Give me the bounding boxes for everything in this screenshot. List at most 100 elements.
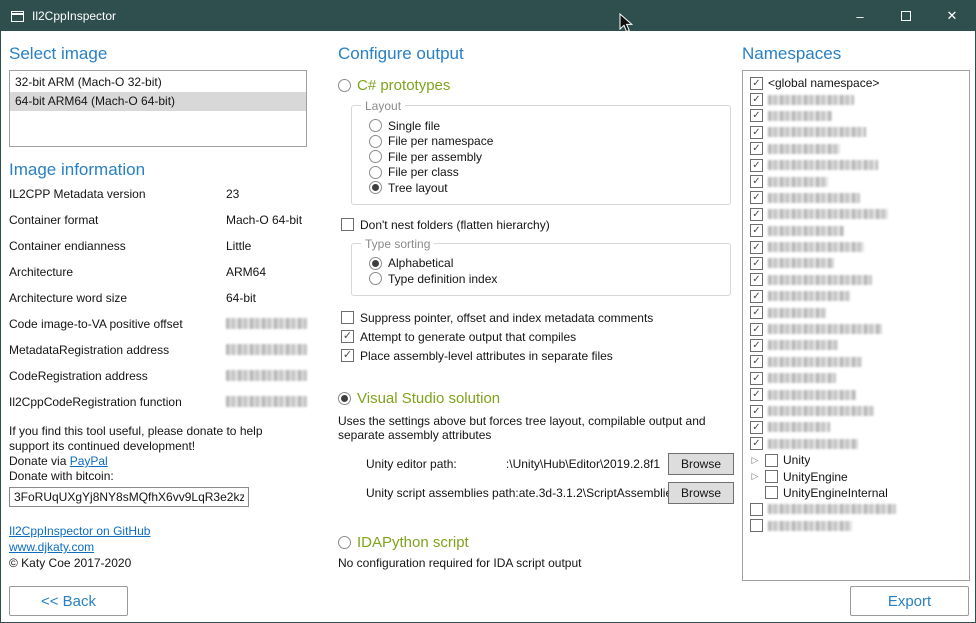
export-button[interactable]: Export [850,586,969,616]
namespace-item[interactable]: ▷ ✓ [745,370,967,386]
output-option-checkbox[interactable]: ✓ Attempt to generate output that compil… [341,330,734,344]
namespace-item[interactable]: ▷ ✓ [745,386,967,402]
redacted-namespace [768,242,864,252]
namespace-checkbox[interactable]: ✓ [750,323,763,336]
namespace-checkbox[interactable]: ✓ [750,421,763,434]
info-row: MetadataRegistration address [9,343,307,369]
namespace-item[interactable]: ▷ ✓ UnityEngine [745,468,967,484]
back-button[interactable]: << Back [9,586,128,616]
layout-option-radio[interactable]: File per class [369,165,730,181]
namespace-item[interactable]: ▷ ✓ [745,190,967,206]
redacted-namespace [768,193,860,203]
namespaces-list[interactable]: ▷ ✓ <global namespace> ▷ ✓ ▷ ✓ ▷ ✓ ▷ [742,70,970,581]
namespace-item[interactable]: ▷ ✓ <global namespace> [745,75,967,91]
namespace-label: <global namespace> [768,76,879,90]
paypal-link[interactable]: PayPal [70,454,108,468]
redacted-namespace [768,521,852,531]
namespace-checkbox[interactable]: ✓ [765,470,778,483]
namespace-checkbox[interactable]: ✓ [765,486,778,499]
configure-output-panel: Configure output C# prototypes Layout Si… [338,31,734,570]
close-button[interactable]: ✕ [929,1,975,31]
idapython-radio[interactable]: IDAPython script [338,534,734,551]
visual-studio-description: Uses the settings above but forces tree … [338,414,730,442]
namespace-checkbox[interactable]: ✓ [750,126,763,139]
bitcoin-address-input[interactable] [9,487,249,507]
image-list-item[interactable]: 32-bit ARM (Mach-O 32-bit) [10,73,306,92]
redacted-namespace [768,422,830,432]
namespace-item[interactable]: ▷ ✓ [745,206,967,222]
namespace-checkbox[interactable]: ✓ [750,191,763,204]
namespace-item[interactable]: ▷ ✓ [745,304,967,320]
namespace-checkbox[interactable]: ✓ [750,388,763,401]
namespace-item[interactable]: ▷ ✓ [745,403,967,419]
bitcoin-label: Donate with bitcoin: [9,469,307,484]
radio-icon [369,272,382,285]
namespace-item[interactable]: ▷ ✓ [745,272,967,288]
namespace-item[interactable]: ▷ ✓ [745,124,967,140]
browse-editor-button[interactable]: Browse [668,453,734,475]
namespace-checkbox[interactable]: ✓ [750,405,763,418]
namespace-item[interactable]: ▷ ✓ [745,239,967,255]
namespace-item[interactable]: ▷ ✓ [745,141,967,157]
expander-icon[interactable]: ▷ [750,455,760,466]
namespace-checkbox[interactable]: ✓ [750,306,763,319]
output-option-checkbox[interactable]: ✓ Suppress pointer, offset and index met… [341,311,734,325]
namespace-item[interactable]: ▷ ✓ [745,223,967,239]
sorting-option-radio[interactable]: Alphabetical [369,256,730,272]
namespace-item[interactable]: ▷ ✓ [745,91,967,107]
flatten-hierarchy-checkbox[interactable]: ✓ Don't nest folders (flatten hierarchy) [341,218,734,232]
namespace-item[interactable]: ▷ ✓ [745,321,967,337]
namespace-checkbox[interactable]: ✓ [750,355,763,368]
unity-editor-path-value[interactable]: :\Unity\Hub\Editor\2019.2.8f1 [457,457,668,471]
namespace-item[interactable]: ▷ ✓ [745,501,967,517]
namespace-checkbox[interactable]: ✓ [750,257,763,270]
namespace-checkbox[interactable]: ✓ [750,519,763,532]
layout-option-radio[interactable]: Tree layout [369,180,730,196]
minimize-button[interactable]: – [837,1,883,31]
image-listbox[interactable]: 32-bit ARM (Mach-O 32-bit) 64-bit ARM64 … [9,70,307,147]
titlebar[interactable]: Il2CppInspector – ✕ [1,1,975,31]
namespace-checkbox[interactable]: ✓ [765,454,778,467]
namespace-item[interactable]: ▷ ✓ [745,288,967,304]
namespace-item[interactable]: ▷ ✓ [745,419,967,435]
namespace-checkbox[interactable]: ✓ [750,93,763,106]
namespace-checkbox[interactable]: ✓ [750,175,763,188]
github-link[interactable]: Il2CppInspector on GitHub [9,524,150,538]
namespace-item[interactable]: ▷ ✓ [745,337,967,353]
namespace-checkbox[interactable]: ✓ [750,241,763,254]
namespace-checkbox[interactable]: ✓ [750,503,763,516]
website-link[interactable]: www.djkaty.com [9,540,94,554]
expander-icon[interactable]: ▷ [750,471,760,482]
layout-option-radio[interactable]: File per namespace [369,134,730,150]
sorting-option-radio[interactable]: Type definition index [369,271,730,287]
namespace-checkbox[interactable]: ✓ [750,77,763,90]
namespace-checkbox[interactable]: ✓ [750,159,763,172]
namespace-checkbox[interactable]: ✓ [750,273,763,286]
namespace-item[interactable]: ▷ ✓ [745,157,967,173]
namespace-checkbox[interactable]: ✓ [750,109,763,122]
namespace-item[interactable]: ▷ ✓ UnityEngineInternal [745,485,967,501]
namespace-item[interactable]: ▷ ✓ [745,436,967,452]
namespace-checkbox[interactable]: ✓ [750,208,763,221]
namespace-item[interactable]: ▷ ✓ Unity [745,452,967,468]
namespace-checkbox[interactable]: ✓ [750,142,763,155]
namespace-checkbox[interactable]: ✓ [750,339,763,352]
layout-option-radio[interactable]: Single file [369,118,730,134]
maximize-button[interactable] [883,1,929,31]
namespace-checkbox[interactable]: ✓ [750,290,763,303]
namespace-item[interactable]: ▷ ✓ [745,255,967,271]
output-option-checkbox[interactable]: ✓ Place assembly-level attributes in sep… [341,349,734,363]
namespace-item[interactable]: ▷ ✓ [745,108,967,124]
layout-option-radio[interactable]: File per assembly [369,149,730,165]
namespace-checkbox[interactable]: ✓ [750,437,763,450]
namespace-checkbox[interactable]: ✓ [750,372,763,385]
namespace-item[interactable]: ▷ ✓ [745,173,967,189]
csharp-prototypes-radio[interactable]: C# prototypes [338,77,734,94]
namespace-item[interactable]: ▷ ✓ [745,354,967,370]
namespace-checkbox[interactable]: ✓ [750,224,763,237]
browse-script-button[interactable]: Browse [668,482,734,504]
unity-script-path-value[interactable]: ate.3d-3.1.2\ScriptAssemblies [519,486,668,500]
image-list-item[interactable]: 64-bit ARM64 (Mach-O 64-bit) [10,92,306,111]
visual-studio-radio[interactable]: Visual Studio solution [338,390,734,407]
namespace-item[interactable]: ▷ ✓ [745,518,967,534]
